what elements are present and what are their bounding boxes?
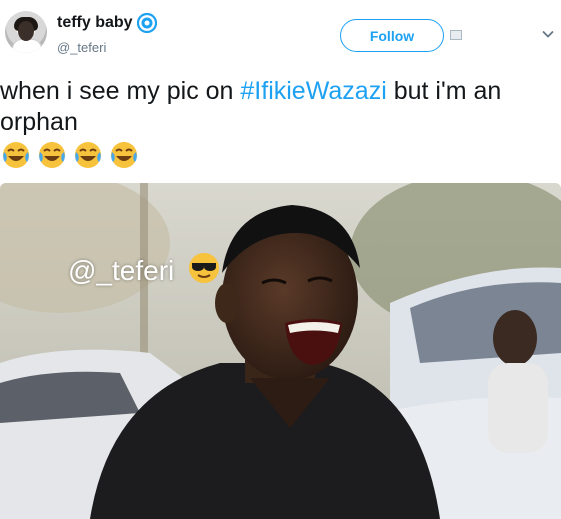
chevron-down-icon[interactable]	[541, 27, 555, 41]
tears-of-joy-emoji-icon	[111, 142, 137, 168]
sunglasses-emoji-icon	[189, 253, 219, 283]
image-placeholder-icon	[450, 30, 462, 40]
tears-of-joy-emoji-icon	[75, 142, 101, 168]
tears-of-joy-emoji-icon	[39, 142, 65, 168]
user-handle[interactable]: @_teferi	[57, 40, 106, 55]
tweet-text-before: when i see my pic on	[0, 77, 241, 105]
name-row: teffy baby	[57, 12, 157, 34]
emoji-row	[1, 140, 139, 170]
tweet-text: when i see my pic on #IfikieWazazi but i…	[0, 76, 560, 138]
tweet-header: teffy baby @_teferi Follow	[0, 0, 561, 62]
avatar-face	[18, 21, 34, 41]
follow-button[interactable]: Follow	[340, 19, 444, 52]
avatar[interactable]	[5, 11, 47, 53]
tweet-photo[interactable]: @_teferi	[0, 183, 561, 519]
display-name[interactable]: teffy baby	[57, 14, 133, 32]
photo-watermark: @_teferi	[68, 255, 175, 286]
avatar-shirt	[12, 39, 42, 53]
verified-badge-icon	[136, 12, 157, 34]
laughing-man-photo-icon	[0, 183, 561, 519]
tears-of-joy-emoji-icon	[3, 142, 29, 168]
hashtag-link[interactable]: #IfikieWazazi	[240, 77, 386, 105]
